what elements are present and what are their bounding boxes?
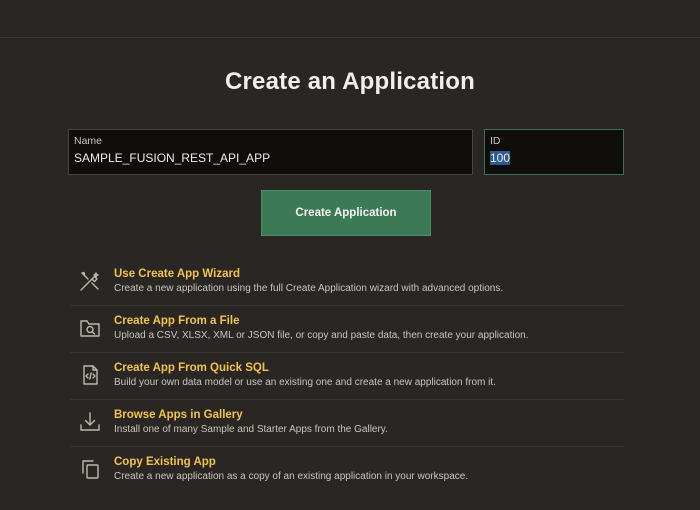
option-title[interactable]: Browse Apps in Gallery (114, 409, 243, 421)
file-search-icon (78, 316, 102, 340)
option-description: Create a new application using the full … (114, 283, 504, 294)
top-header-bar (0, 0, 700, 38)
download-icon (78, 410, 102, 434)
option-title[interactable]: Copy Existing App (114, 456, 216, 468)
option-description: Create a new application as a copy of an… (114, 471, 469, 482)
page-title: Create an Application (224, 68, 476, 95)
option-browse-apps-gallery[interactable]: Browse Apps in Gallery Install one of ma… (70, 400, 624, 447)
id-input[interactable]: 100 (490, 151, 511, 165)
option-create-app-wizard[interactable]: Use Create App Wizard Create a new appli… (70, 259, 624, 306)
option-create-app-quick-sql[interactable]: Create App From Quick SQL Build your own… (70, 353, 624, 400)
option-description: Build your own data model or use an exis… (114, 377, 496, 388)
copy-icon (78, 457, 102, 481)
option-create-app-from-file[interactable]: Create App From a File Upload a CSV, XLS… (70, 306, 624, 353)
option-title[interactable]: Use Create App Wizard (114, 268, 240, 280)
option-description: Upload a CSV, XLSX, XML or JSON file, or… (114, 330, 529, 341)
option-title[interactable]: Create App From a File (114, 315, 239, 327)
create-application-button[interactable]: Create Application (261, 190, 431, 236)
option-copy-existing-app[interactable]: Copy Existing App Create a new applicati… (70, 447, 624, 493)
name-field-label: Name (74, 135, 103, 147)
name-input[interactable] (74, 151, 464, 165)
wizard-icon (78, 269, 102, 293)
id-field-label: ID (490, 135, 501, 147)
option-title[interactable]: Create App From Quick SQL (114, 362, 269, 374)
code-file-icon (78, 363, 102, 387)
option-description: Install one of many Sample and Starter A… (114, 424, 388, 435)
id-input-value: 100 (490, 151, 511, 165)
name-field[interactable]: Name (68, 129, 473, 175)
id-field[interactable]: ID 100 (484, 129, 624, 175)
create-options-list: Use Create App Wizard Create a new appli… (70, 259, 624, 493)
